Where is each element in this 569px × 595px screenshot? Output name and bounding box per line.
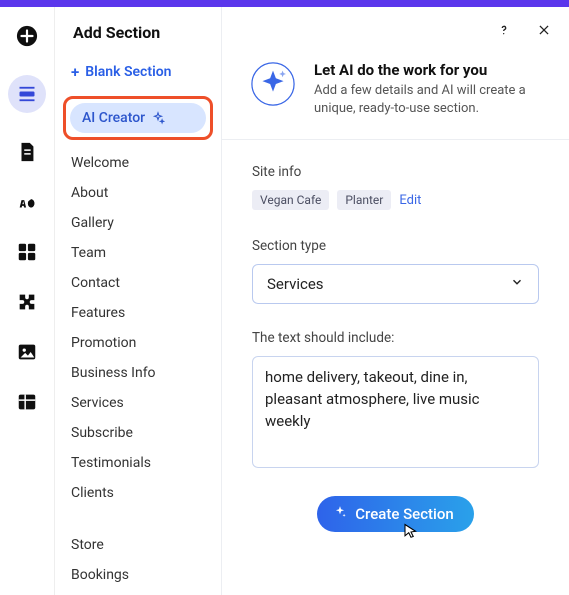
nav-item[interactable]: Welcome [69,148,207,178]
hero-subtitle: Add a few details and AI will create a u… [314,82,545,117]
ai-creator-button[interactable]: AI Creator [70,103,206,133]
nav-item[interactable]: Features [69,298,207,328]
panel-title: Add Section [73,23,221,42]
plus-icon: + [71,65,79,80]
nav-item[interactable]: Business Info [69,358,207,388]
nav-item[interactable]: Subscribe [69,418,207,448]
design-icon[interactable] [16,191,38,213]
nav-item[interactable]: Clients [69,478,207,508]
ai-hero-icon [250,61,296,107]
chip: Planter [337,190,391,210]
nav-item[interactable]: Store [69,530,207,560]
sparkle-icon [151,111,165,125]
ai-creator-highlight: AI Creator [63,96,213,140]
site-info-label: Site info [252,164,539,180]
sections-icon[interactable] [8,75,46,113]
add-icon[interactable] [16,25,38,47]
text-include-label: The text should include: [252,330,539,346]
cursor-icon [402,522,420,546]
blank-section-label: Blank Section [85,64,171,80]
close-icon[interactable] [535,21,553,39]
create-section-button[interactable]: Create Section [317,496,473,532]
nav-item[interactable]: Testimonials [69,448,207,478]
sparkle-icon [333,505,347,523]
ai-hero: Let AI do the work for you Add a few det… [222,39,569,140]
puzzle-icon[interactable] [16,291,38,313]
section-type-list: Welcome About Gallery Team Contact Featu… [69,148,207,590]
section-type-select[interactable]: Services [252,264,539,304]
nav-item[interactable]: Promotion [69,328,207,358]
chevron-down-icon [510,275,524,293]
section-type-value: Services [267,275,324,293]
top-accent-bar [0,0,569,7]
nav-item[interactable]: Team [69,238,207,268]
ai-creator-label: AI Creator [82,110,145,126]
text-include-input[interactable] [253,367,538,453]
table-icon[interactable] [16,391,38,413]
hero-title: Let AI do the work for you [314,61,545,79]
create-section-label: Create Section [355,505,453,523]
left-rail [0,7,54,595]
content-area: Let AI do the work for you Add a few det… [222,7,569,595]
nav-item[interactable]: Contact [69,268,207,298]
page-icon[interactable] [16,141,38,163]
help-icon[interactable] [495,21,513,39]
section-type-label: Section type [252,238,539,254]
add-section-panel: Add Section + Blank Section AI Creator W… [54,7,222,595]
nav-item[interactable]: Gallery [69,208,207,238]
nav-item[interactable]: About [69,178,207,208]
site-info-chips: Vegan Cafe Planter Edit [252,190,539,210]
edit-site-info-link[interactable]: Edit [399,193,421,208]
chip: Vegan Cafe [252,190,329,210]
image-icon[interactable] [16,341,38,363]
apps-grid-icon[interactable] [16,241,38,263]
blank-section-button[interactable]: + Blank Section [69,56,207,96]
nav-item[interactable]: Bookings [69,560,207,590]
nav-item[interactable]: Services [69,388,207,418]
